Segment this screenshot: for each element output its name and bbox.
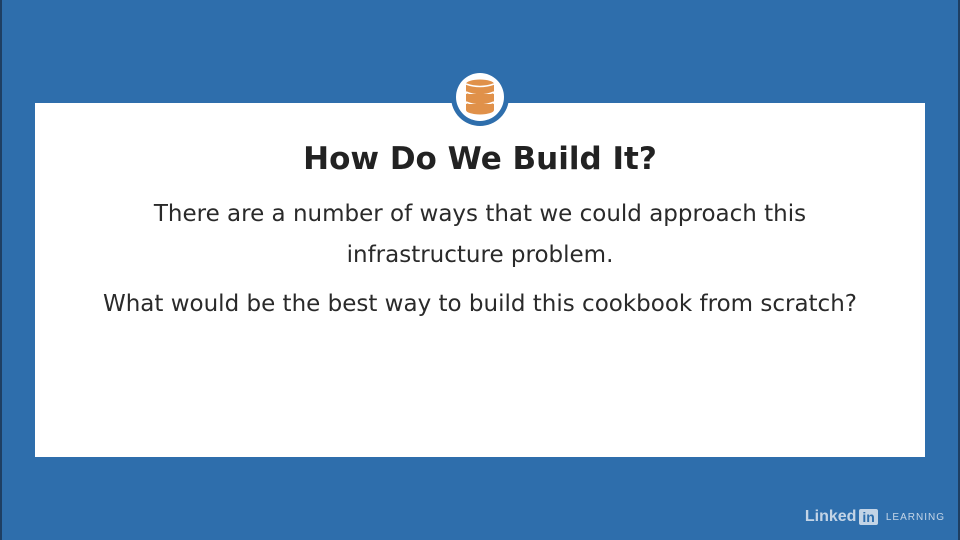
- linkedin-learning-watermark: Linked in LEARNING: [805, 508, 945, 526]
- slide-badge: [451, 68, 509, 126]
- slide-card: How Do We Build It? There are a number o…: [35, 103, 925, 457]
- watermark-linked-text: Linked: [804, 508, 857, 525]
- database-icon: [465, 79, 495, 115]
- watermark-learning-text: LEARNING: [885, 511, 945, 523]
- slide-body-line-1: There are a number of ways that we could…: [153, 201, 807, 227]
- badge-inner: [456, 73, 504, 121]
- linkedin-in-logo-icon: in: [859, 509, 878, 525]
- frame-edge-left: [0, 0, 2, 540]
- slide-body-line-3: What would be the best way to build this…: [102, 291, 857, 317]
- slide-title: How Do We Build It?: [303, 141, 657, 177]
- slide-body-line-2: infrastructure problem.: [346, 242, 614, 268]
